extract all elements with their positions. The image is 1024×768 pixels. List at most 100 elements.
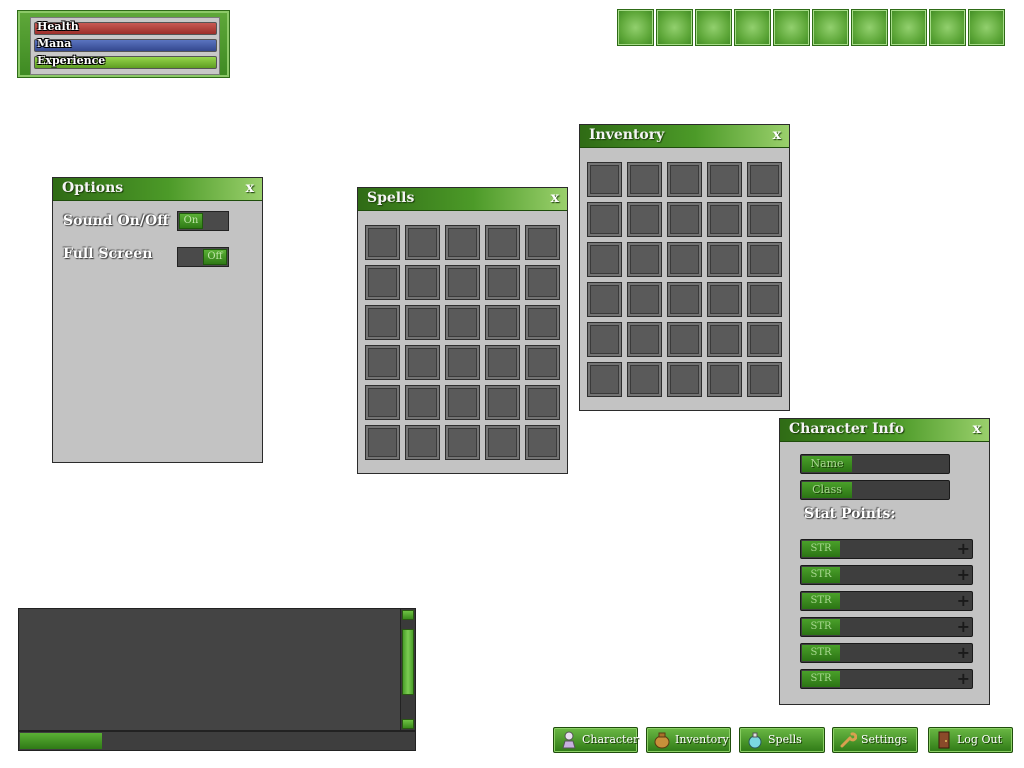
inventory-button[interactable]: Inventory [646,727,731,753]
stat-plus-button[interactable]: + [957,644,970,662]
character-titlebar[interactable]: Character Info x [780,419,989,442]
inventory-slot[interactable] [627,162,662,197]
hotbar-slot[interactable] [617,9,654,46]
spells-slot[interactable] [405,345,440,380]
spells-slot[interactable] [485,265,520,300]
spells-close-button[interactable]: x [551,190,559,206]
name-field[interactable]: Name [800,454,950,474]
spells-slot[interactable] [525,265,560,300]
inventory-slot[interactable] [627,202,662,237]
hotbar-slot[interactable] [734,9,771,46]
spells-slot[interactable] [405,265,440,300]
inventory-slot[interactable] [627,362,662,397]
spells-slot[interactable] [445,305,480,340]
stat-plus-button[interactable]: + [957,618,970,636]
inventory-slot[interactable] [587,202,622,237]
spells-slot[interactable] [525,385,560,420]
spells-slot[interactable] [485,385,520,420]
spells-slot[interactable] [365,425,400,460]
inventory-slot[interactable] [627,282,662,317]
spells-slot[interactable] [405,225,440,260]
fullscreen-toggle[interactable]: Off [177,247,229,267]
inventory-slot[interactable] [707,322,742,357]
scroll-thumb[interactable] [402,629,414,695]
chat-scrollbar[interactable] [400,609,415,730]
sound-toggle[interactable]: On [177,211,229,231]
inventory-slot[interactable] [627,322,662,357]
spells-slot[interactable] [445,265,480,300]
chat-input[interactable] [18,731,416,751]
spells-slot[interactable] [405,385,440,420]
spells-slot[interactable] [365,385,400,420]
inventory-slot[interactable] [747,282,782,317]
inventory-slot[interactable] [667,202,702,237]
spells-button[interactable]: Spells [739,727,825,753]
hotbar-slot[interactable] [812,9,849,46]
spells-slot[interactable] [485,425,520,460]
inventory-slot[interactable] [667,322,702,357]
inventory-slot[interactable] [667,362,702,397]
inventory-titlebar[interactable]: Inventory x [580,125,789,148]
options-close-button[interactable]: x [246,180,254,196]
stat-plus-button[interactable]: + [957,540,970,558]
hotbar-slot[interactable] [929,9,966,46]
inventory-slot[interactable] [747,322,782,357]
spells-slot[interactable] [405,305,440,340]
logout-button[interactable]: Log Out [928,727,1013,753]
spells-slot[interactable] [485,305,520,340]
hotbar-slot[interactable] [656,9,693,46]
inventory-slot[interactable] [707,242,742,277]
class-field[interactable]: Class [800,480,950,500]
stat-plus-button[interactable]: + [957,592,970,610]
chat-send-button[interactable] [20,733,102,749]
spells-slot[interactable] [485,345,520,380]
inventory-slot[interactable] [747,202,782,237]
inventory-slot[interactable] [587,322,622,357]
hotbar-slot[interactable] [890,9,927,46]
inventory-slot[interactable] [747,242,782,277]
inventory-slot[interactable] [587,162,622,197]
inventory-slot[interactable] [587,242,622,277]
spells-slot[interactable] [445,425,480,460]
hotbar-slot[interactable] [773,9,810,46]
inventory-slot[interactable] [707,202,742,237]
spells-slot[interactable] [445,385,480,420]
spells-slot[interactable] [445,225,480,260]
settings-button[interactable]: Settings [832,727,918,753]
spells-slot[interactable] [365,225,400,260]
hotbar-slot[interactable] [851,9,888,46]
character-button[interactable]: Character [553,727,638,753]
inventory-slot[interactable] [707,362,742,397]
hotbar-slot[interactable] [695,9,732,46]
spells-slot[interactable] [365,305,400,340]
chat-log[interactable] [18,608,416,731]
inventory-slot[interactable] [747,362,782,397]
spells-slot[interactable] [445,345,480,380]
spells-slot[interactable] [485,225,520,260]
spells-slot[interactable] [405,425,440,460]
inventory-slot[interactable] [707,162,742,197]
spells-slot[interactable] [525,425,560,460]
stat-plus-button[interactable]: + [957,566,970,584]
inventory-slot[interactable] [747,162,782,197]
spells-slot[interactable] [525,305,560,340]
spells-titlebar[interactable]: Spells x [358,188,567,211]
inventory-slot[interactable] [667,162,702,197]
spells-slot[interactable] [365,265,400,300]
scroll-down-button[interactable] [402,719,414,729]
inventory-slot[interactable] [587,282,622,317]
inventory-close-button[interactable]: x [773,127,781,143]
inventory-slot[interactable] [587,362,622,397]
stat-plus-button[interactable]: + [957,670,970,688]
options-titlebar[interactable]: Options x [53,178,262,201]
spells-slot[interactable] [365,345,400,380]
spells-slot[interactable] [525,345,560,380]
inventory-slot[interactable] [667,282,702,317]
hotbar-slot[interactable] [968,9,1005,46]
inventory-slot[interactable] [667,242,702,277]
inventory-slot[interactable] [627,242,662,277]
inventory-slot[interactable] [707,282,742,317]
character-close-button[interactable]: x [973,421,981,437]
scroll-up-button[interactable] [402,610,414,620]
spells-slot[interactable] [525,225,560,260]
